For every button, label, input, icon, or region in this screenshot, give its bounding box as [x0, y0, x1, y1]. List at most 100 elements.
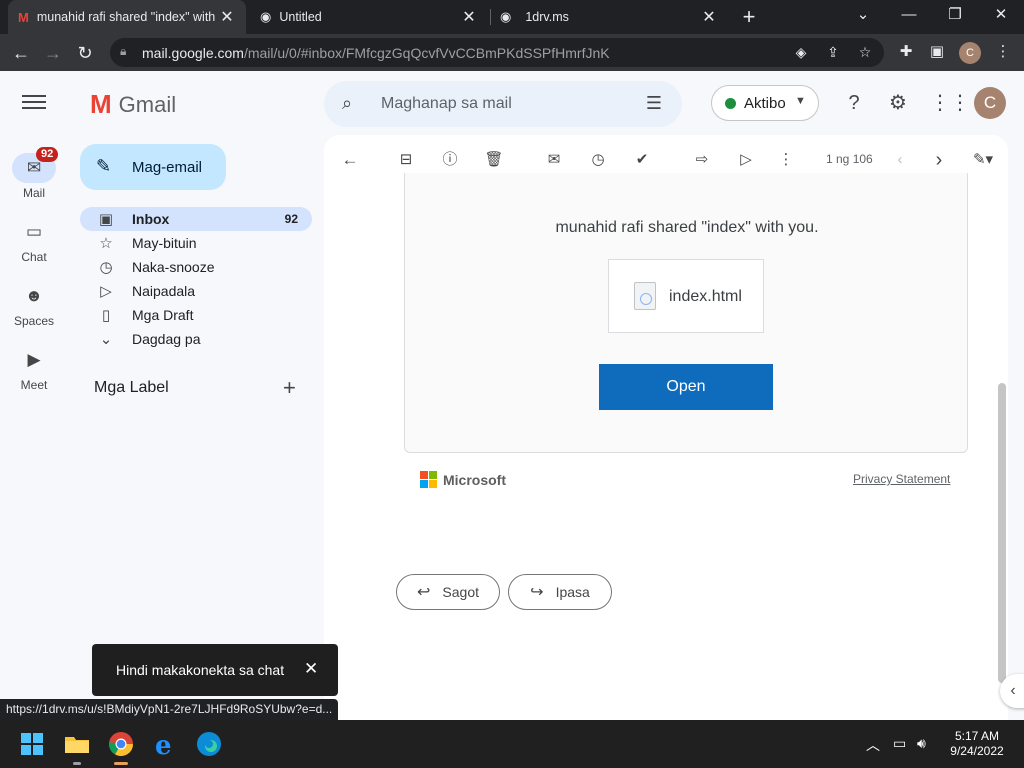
tab-close-icon[interactable]: ✕: [460, 7, 478, 27]
account-avatar[interactable]: C: [974, 87, 1006, 119]
back-arrow-icon[interactable]: ←: [8, 40, 34, 66]
tab-untitled[interactable]: ◉ Untitled ✕: [250, 0, 488, 34]
delete-icon[interactable]: 🗑︎: [483, 149, 505, 171]
report-spam-icon[interactable]: ⓘ: [439, 149, 461, 171]
tab-title: munahid rafi shared "index" with: [36, 10, 216, 24]
extensions-puzzle-icon[interactable]: ✚: [895, 42, 917, 60]
edge-icon[interactable]: [193, 728, 225, 760]
status-selector[interactable]: Aktibo ▼: [711, 85, 819, 121]
inbox-count: 92: [284, 212, 298, 226]
running-indicator: [73, 762, 81, 765]
restore-button[interactable]: ❐: [932, 0, 978, 30]
tab-close-icon[interactable]: ✕: [700, 7, 718, 27]
search-options-icon[interactable]: ☰: [646, 93, 662, 114]
label-icon[interactable]: ▷: [735, 149, 757, 171]
windows-start-icon[interactable]: [16, 728, 48, 760]
search-input[interactable]: Maghanap sa mail: [381, 95, 512, 113]
sidebar-item-snoozed[interactable]: ◷ Naka-snooze: [80, 255, 312, 279]
scrollbar-thumb[interactable]: [998, 383, 1006, 683]
input-tools-pencil-icon[interactable]: ✎▾: [966, 149, 1000, 171]
taskbar-clock[interactable]: 5:17 AM 9/24/2022: [942, 729, 1012, 759]
clock-time: 5:17 AM: [954, 729, 1000, 743]
tab-gmail[interactable]: M munahid rafi shared "index" with ✕: [8, 0, 246, 34]
show-hidden-icons-chevron-icon[interactable]: ︿: [866, 735, 880, 755]
gmail-logo-text: Gmail: [118, 91, 177, 117]
clock-icon: ◷: [99, 259, 113, 276]
file-explorer-icon[interactable]: [61, 728, 93, 765]
microsoft-logo: Microsoft: [420, 471, 506, 488]
clock-date: 9/24/2022: [950, 744, 1004, 758]
close-window-button[interactable]: ✕: [978, 0, 1024, 30]
reply-button[interactable]: ↩ Sagot: [396, 574, 500, 610]
settings-gear-icon[interactable]: ⚙: [886, 91, 910, 115]
rail-chat[interactable]: ▭ Chat: [0, 217, 68, 264]
new-tab-button[interactable]: +: [736, 4, 762, 30]
back-to-inbox-icon[interactable]: ←: [339, 149, 361, 171]
volume-icon[interactable]: 🔊︎: [917, 735, 926, 752]
sidebar-item-drafts[interactable]: ▯ Mga Draft: [80, 303, 312, 327]
rail-spaces[interactable]: ☻ Spaces: [0, 281, 68, 328]
gmail-logo[interactable]: M Gmail: [90, 89, 176, 120]
html-file-icon: [634, 282, 656, 310]
archive-icon[interactable]: ⊟: [395, 149, 417, 171]
browser-menu-icon[interactable]: ⋮: [992, 42, 1014, 60]
message-view: ← ⊟ ⓘ 🗑︎ ✉ ◷ ✔ ⇨ ▷ ⋮ 1 ng 106 ‹ › ✎▾ mun…: [324, 135, 1008, 720]
sidebar-item-starred[interactable]: ☆ May-bituin: [80, 231, 312, 255]
file-attachment[interactable]: index.html: [608, 259, 764, 333]
open-button[interactable]: Open: [599, 364, 773, 410]
status-label: Aktibo: [744, 95, 786, 112]
shared-message: munahid rafi shared "index" with you.: [555, 219, 819, 236]
active-indicator: [114, 762, 128, 765]
rail-label: Spaces: [13, 314, 55, 328]
rail-mail[interactable]: ✉ 92 Mail: [0, 147, 68, 200]
gmail-favicon-icon: M: [18, 9, 29, 25]
url-path: /mail/u/0/#inbox/FMfcgzGqQcvfVvCCBmPKdSS…: [243, 45, 610, 61]
sidebar-item-more[interactable]: ⌄ Dagdag pa: [80, 327, 312, 351]
onedrive-share-card: munahid rafi shared "index" with you. in…: [404, 173, 968, 453]
snooze-clock-icon[interactable]: ◷: [587, 149, 609, 171]
address-bar[interactable]: 🔒︎ mail.google.com/mail/u/0/#inbox/FMfcg…: [110, 38, 884, 67]
add-label-button[interactable]: +: [283, 375, 296, 401]
link-hover-status-url: https://1drv.ms/u/s!BMdiyVpN1-2re7LJHFd9…: [0, 699, 339, 720]
gmail-app: M Gmail ⌕ Maghanap sa mail ☰ Aktibo ▼ ? …: [0, 71, 1024, 720]
tab-close-icon[interactable]: ✕: [218, 7, 236, 27]
mail-unread-badge: 92: [36, 147, 59, 162]
nav-label: Mga Draft: [132, 307, 194, 323]
chrome-icon[interactable]: [105, 728, 137, 765]
tab-title: 1drv.ms: [525, 10, 569, 24]
sidebar-item-sent[interactable]: ▷ Naipadala: [80, 279, 312, 303]
tab-search-chevron-icon[interactable]: ⌄: [840, 0, 886, 30]
nav-label: Naipadala: [132, 283, 196, 299]
apps-grid-icon[interactable]: ⋮⋮: [930, 91, 970, 115]
tab-1drv[interactable]: ◉ 1drv.ms ✕: [490, 0, 728, 34]
more-options-icon[interactable]: ⋮: [775, 149, 797, 171]
privacy-statement-link[interactable]: Privacy Statement: [853, 472, 950, 486]
reload-icon[interactable]: ↻: [72, 40, 98, 66]
chevron-down-icon: ⌄: [99, 331, 113, 348]
tab-title: Untitled: [279, 10, 322, 24]
older-chevron-left-icon[interactable]: ‹: [889, 149, 911, 171]
microsoft-squares-icon: [420, 471, 437, 488]
browser-profile-avatar[interactable]: C: [959, 42, 981, 64]
side-panel-icon[interactable]: ▣: [926, 42, 948, 60]
add-task-icon[interactable]: ✔: [631, 149, 653, 171]
search-bar[interactable]: ⌕ Maghanap sa mail ☰: [324, 81, 682, 127]
move-to-icon[interactable]: ⇨: [691, 149, 713, 171]
help-icon[interactable]: ?: [842, 91, 866, 115]
search-icon[interactable]: ⌕: [342, 93, 352, 114]
bookmark-star-icon[interactable]: ☆: [856, 44, 874, 61]
internet-explorer-icon[interactable]: e: [149, 728, 181, 761]
compose-button[interactable]: ✎ Mag-email: [80, 144, 226, 190]
network-icon[interactable]: ▭: [893, 735, 906, 752]
snackbar-close-icon[interactable]: ✕: [304, 659, 318, 679]
share-icon[interactable]: ⇪: [824, 44, 842, 61]
eye-icon[interactable]: ◈: [792, 44, 810, 61]
rail-meet[interactable]: ▶ Meet: [0, 345, 68, 392]
newer-chevron-right-icon[interactable]: ›: [928, 149, 950, 171]
forward-arrow-icon[interactable]: →: [40, 40, 66, 66]
forward-button[interactable]: ↪ Ipasa: [508, 574, 612, 610]
sidebar-item-inbox[interactable]: ▣ Inbox 92: [80, 207, 312, 231]
main-menu-icon[interactable]: [22, 91, 46, 115]
mark-unread-icon[interactable]: ✉: [543, 149, 565, 171]
minimize-button[interactable]: —: [886, 0, 932, 30]
